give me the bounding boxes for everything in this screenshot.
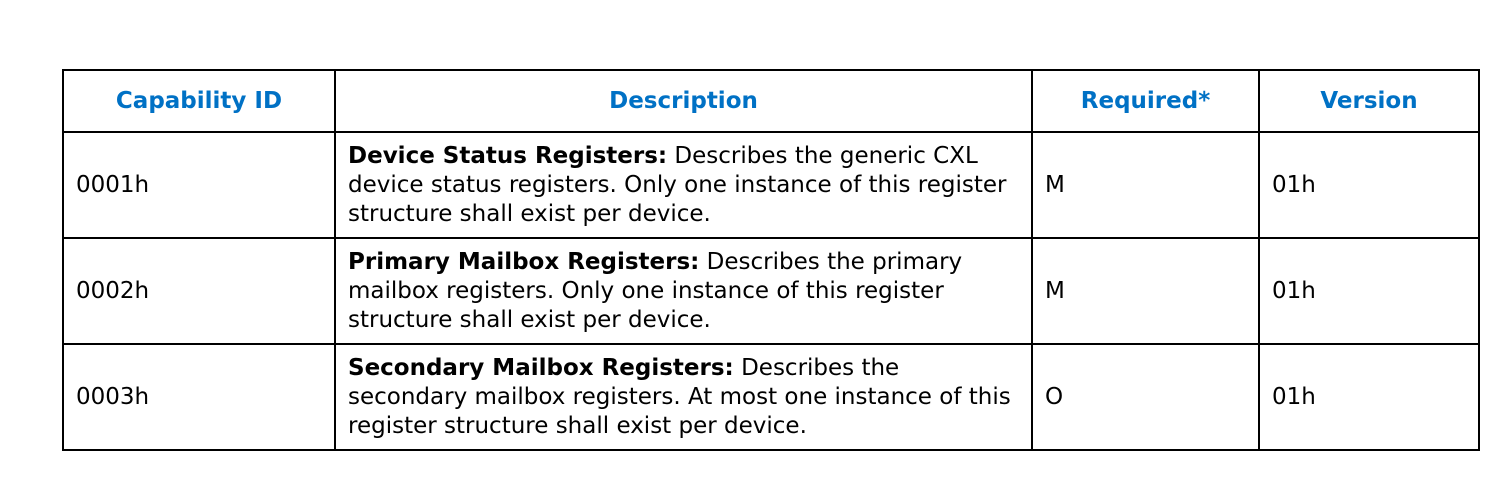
version-cell: 01h <box>1258 131 1480 239</box>
capability-id-cell: 0001h <box>62 131 336 239</box>
header-description: Description <box>334 69 1033 133</box>
required-cell: M <box>1031 131 1260 239</box>
description-term: Primary Mailbox Registers: <box>348 248 700 275</box>
description-cell: Secondary Mailbox Registers: Describes t… <box>334 343 1033 451</box>
required-cell: M <box>1031 237 1260 345</box>
capability-id-cell: 0002h <box>62 237 336 345</box>
capability-table: Capability ID Description Required* Vers… <box>62 69 1480 451</box>
description-term: Secondary Mailbox Registers: <box>348 354 734 381</box>
table-row: 0002h Primary Mailbox Registers: Describ… <box>62 237 1480 345</box>
header-required: Required* <box>1031 69 1260 133</box>
version-cell: 01h <box>1258 237 1480 345</box>
table-header-row: Capability ID Description Required* Vers… <box>62 69 1480 133</box>
description-cell: Device Status Registers: Describes the g… <box>334 131 1033 239</box>
description-term: Device Status Registers: <box>348 142 668 169</box>
description-cell: Primary Mailbox Registers: Describes the… <box>334 237 1033 345</box>
header-version: Version <box>1258 69 1480 133</box>
table-row: 0001h Device Status Registers: Describes… <box>62 131 1480 239</box>
version-cell: 01h <box>1258 343 1480 451</box>
capability-id-cell: 0003h <box>62 343 336 451</box>
required-cell: O <box>1031 343 1260 451</box>
header-capability-id: Capability ID <box>62 69 336 133</box>
table-row: 0003h Secondary Mailbox Registers: Descr… <box>62 343 1480 451</box>
